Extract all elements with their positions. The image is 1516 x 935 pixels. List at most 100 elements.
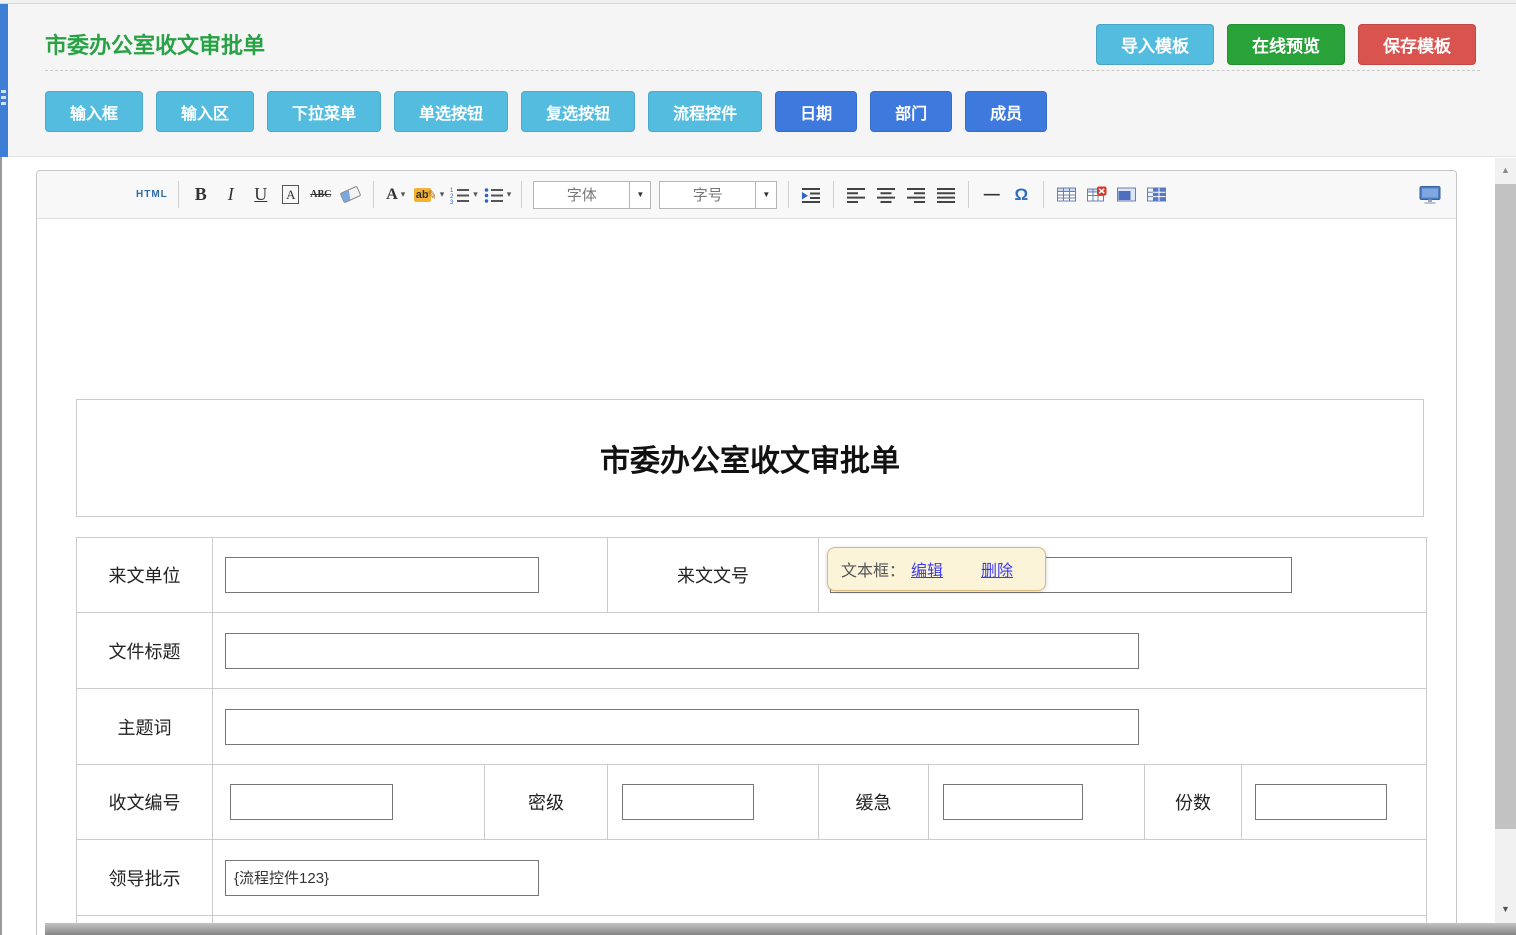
cell-doc-title — [213, 613, 1427, 689]
copies-input[interactable] — [1255, 784, 1387, 820]
cell-urgency — [929, 765, 1145, 840]
strikethrough-button[interactable]: ABC — [309, 181, 333, 209]
field-tooltip: 文本框： 编辑 删除 — [827, 547, 1046, 591]
pencil-icon: ✎ — [425, 187, 437, 203]
add-department-button[interactable]: 部门 — [870, 91, 952, 132]
monitor-icon — [1418, 185, 1442, 205]
italic-button[interactable]: I — [219, 181, 243, 209]
add-date-button[interactable]: 日期 — [775, 91, 857, 132]
doc-title-input[interactable] — [225, 633, 1139, 669]
ordered-list-button[interactable]: 1 2 3 ▾ — [450, 181, 478, 209]
toolbar-separator — [178, 181, 179, 208]
import-template-button[interactable]: 导入模板 — [1096, 24, 1214, 65]
add-flow-control-button[interactable]: 流程控件 — [648, 91, 762, 132]
label-leader-note: 领导批示 — [77, 840, 213, 916]
delete-field-link[interactable]: 删除 — [981, 557, 1013, 581]
bold-button[interactable]: B — [189, 181, 213, 209]
insert-table-button[interactable] — [1054, 181, 1078, 209]
label-subject-words: 主题词 — [77, 689, 213, 765]
label-urgency: 缓急 — [819, 765, 929, 840]
select-caret-icon: ▼ — [755, 182, 776, 208]
edit-field-link[interactable]: 编辑 — [911, 557, 943, 581]
font-family-select[interactable]: 字体 ▼ — [533, 181, 651, 209]
remove-format-button[interactable] — [339, 181, 363, 209]
label-copies: 份数 — [1145, 765, 1242, 840]
add-radio-button[interactable]: 单选按钮 — [394, 91, 508, 132]
online-preview-button[interactable]: 在线预览 — [1227, 24, 1345, 65]
highlight-color-button[interactable]: ab✎▾ — [414, 181, 444, 209]
toolbar-separator — [1043, 181, 1044, 208]
add-input-box-button[interactable]: 输入框 — [45, 91, 143, 132]
save-template-button[interactable]: 保存模板 — [1358, 24, 1476, 65]
subject-words-input[interactable] — [225, 709, 1139, 745]
table-row: 领导批示 — [77, 840, 1427, 916]
select-caret-icon: ▼ — [629, 182, 650, 208]
caret-down-icon: ▾ — [440, 189, 445, 200]
label-secrecy: 密级 — [485, 765, 608, 840]
secrecy-input[interactable] — [622, 784, 754, 820]
label-doc-title: 文件标题 — [77, 613, 213, 689]
horizontal-rule-button[interactable]: — — [979, 181, 1003, 209]
align-left-button[interactable] — [844, 181, 868, 209]
editor-canvas[interactable]: 市委办公室收文审批单 来文单位 来文文号 文件标题 主题词 收文 — [37, 219, 1456, 935]
label-incoming-unit: 来文单位 — [77, 538, 213, 613]
toolbar-separator — [968, 181, 969, 208]
cell-receipt-number — [213, 765, 485, 840]
caret-down-icon: ▾ — [401, 189, 406, 200]
indent-button[interactable] — [799, 181, 823, 209]
underline-button[interactable]: U — [249, 181, 273, 209]
add-checkbox-button[interactable]: 复选按钮 — [521, 91, 635, 132]
receipt-number-input[interactable] — [230, 784, 393, 820]
source-code-button[interactable]: HTML — [136, 181, 168, 209]
left-edge-line — [0, 157, 2, 935]
table-row: 收文编号 密级 缓急 份数 — [77, 765, 1427, 840]
cell-properties-button[interactable] — [1114, 181, 1138, 209]
scroll-down-icon[interactable]: ▼ — [1495, 901, 1516, 917]
ordered-list-icon: 1 2 3 — [450, 186, 470, 204]
table-properties-icon — [1146, 186, 1167, 203]
add-textarea-button[interactable]: 输入区 — [156, 91, 254, 132]
form-table: 来文单位 来文文号 文件标题 主题词 收文编号 密级 缓急 份数 — [76, 537, 1427, 935]
header: 市委办公室收文审批单 导入模板 在线预览 保存模板 输入框 输入区 下拉菜单 单… — [8, 4, 1516, 157]
align-justify-button[interactable] — [934, 181, 958, 209]
table-properties-button[interactable] — [1144, 181, 1168, 209]
label-incoming-number: 来文文号 — [608, 538, 819, 613]
header-actions: 导入模板 在线预览 保存模板 — [1096, 24, 1476, 65]
toolbar-separator — [521, 181, 522, 208]
cell-properties-icon — [1116, 186, 1137, 203]
scroll-up-icon[interactable]: ▲ — [1495, 162, 1516, 178]
header-divider — [45, 70, 1480, 71]
toolbar-separator — [833, 181, 834, 208]
vertical-scrollbar[interactable]: ▲ ▼ — [1495, 158, 1516, 923]
delete-table-button[interactable] — [1084, 181, 1108, 209]
font-style-button[interactable]: A — [279, 181, 303, 209]
table-row: 来文单位 来文文号 — [77, 538, 1427, 613]
align-right-button[interactable] — [904, 181, 928, 209]
urgency-input[interactable] — [943, 784, 1083, 820]
font-color-button[interactable]: A▾ — [384, 181, 408, 209]
left-edge-panel — [0, 4, 8, 157]
form-title: 市委办公室收文审批单 — [600, 436, 900, 480]
special-char-button[interactable]: Ω — [1009, 181, 1033, 209]
add-member-button[interactable]: 成员 — [965, 91, 1047, 132]
align-center-button[interactable] — [874, 181, 898, 209]
rich-text-editor: HTML B I U A ABC A▾ ab✎▾ 1 2 3 ▾ — [36, 170, 1457, 935]
scrollbar-thumb[interactable] — [1495, 184, 1516, 829]
indent-icon — [801, 186, 821, 204]
table-icon — [1056, 186, 1077, 203]
cell-secrecy — [608, 765, 819, 840]
bottom-edge-bar — [45, 923, 1516, 935]
add-dropdown-button[interactable]: 下拉菜单 — [267, 91, 381, 132]
delete-table-icon — [1086, 186, 1107, 203]
editor-toolbar: HTML B I U A ABC A▾ ab✎▾ 1 2 3 ▾ — [37, 171, 1456, 219]
cell-copies — [1242, 765, 1427, 840]
leader-note-input[interactable] — [225, 860, 539, 896]
fullscreen-button[interactable] — [1418, 181, 1442, 209]
font-size-select[interactable]: 字号 ▼ — [659, 181, 777, 209]
toolbar-separator — [373, 181, 374, 208]
tooltip-label: 文本框： — [841, 557, 905, 581]
unordered-list-button[interactable]: ▾ — [484, 181, 512, 209]
toolbar-separator — [788, 181, 789, 208]
incoming-unit-input[interactable] — [225, 557, 539, 593]
caret-down-icon: ▾ — [473, 189, 478, 200]
